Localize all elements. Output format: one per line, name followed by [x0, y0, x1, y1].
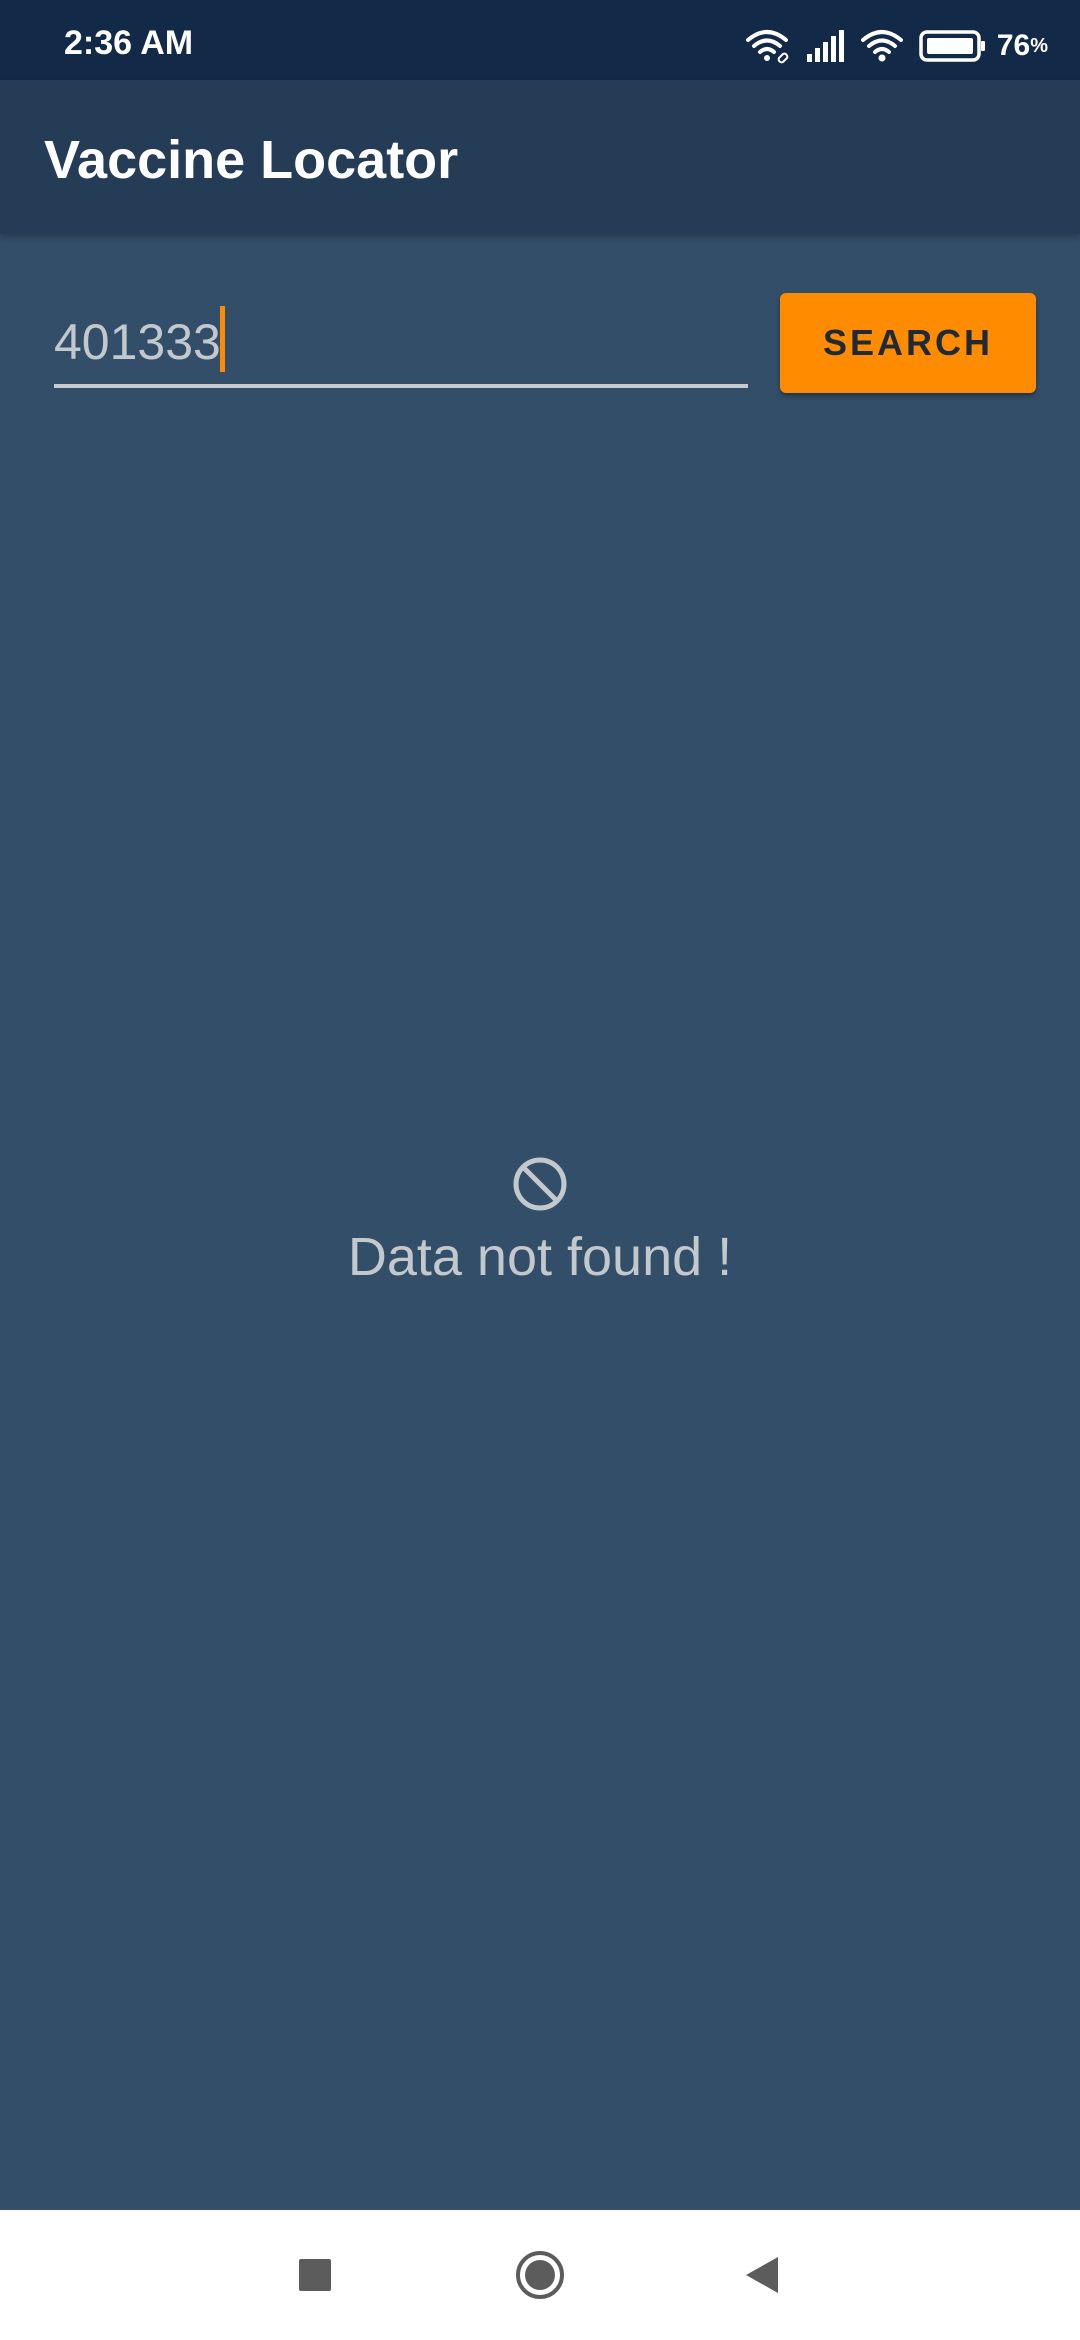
- ban-icon: [510, 1154, 570, 1214]
- empty-state: Data not found !: [0, 1154, 1080, 1290]
- home-circle-icon[interactable]: [505, 2240, 575, 2310]
- status-icons: 76%: [745, 28, 1048, 64]
- search-field-container: [54, 300, 748, 388]
- status-bar: 2:36 AM 76 %: [0, 0, 1080, 80]
- app-bar: Vaccine Locator: [0, 80, 1080, 234]
- pincode-search-input[interactable]: [54, 300, 748, 384]
- battery-icon: [919, 29, 987, 63]
- wifi-link-icon: [745, 28, 795, 64]
- back-triangle-icon[interactable]: [727, 2240, 797, 2310]
- recents-square-icon[interactable]: [280, 2240, 350, 2310]
- empty-state-message: Data not found !: [347, 1227, 733, 1287]
- search-button[interactable]: SEARCH: [780, 293, 1036, 393]
- text-cursor: [220, 306, 225, 372]
- status-time: 2:36 AM: [64, 24, 194, 62]
- system-nav-bar: [0, 2210, 1080, 2340]
- page-title: Vaccine Locator: [44, 130, 459, 190]
- signal-icon: [805, 28, 847, 64]
- battery-unit: %: [1030, 35, 1048, 57]
- battery-level: 76: [996, 29, 1031, 62]
- wifi-icon: [860, 28, 903, 64]
- battery-level-text: 76%: [997, 31, 1048, 61]
